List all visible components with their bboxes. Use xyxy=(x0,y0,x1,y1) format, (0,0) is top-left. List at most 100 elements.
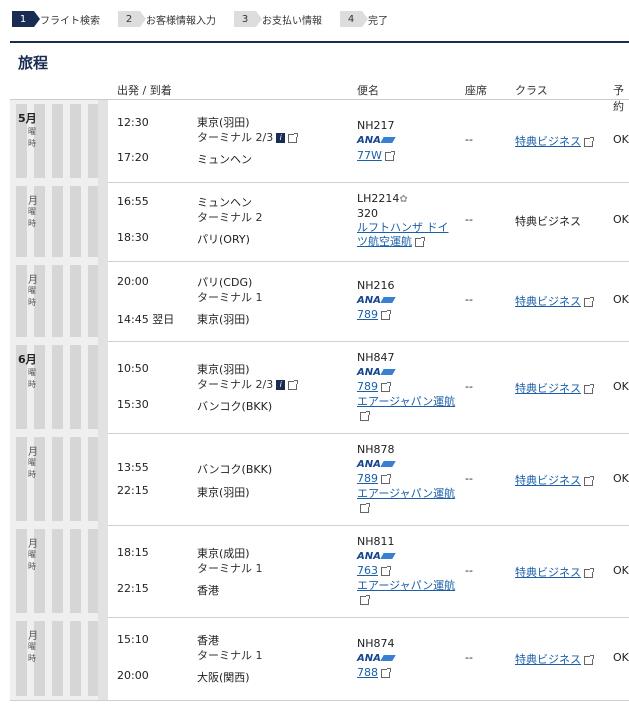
dep-city: 東京(羽田) xyxy=(197,363,250,376)
arr-time: 20:00 xyxy=(117,669,149,682)
dep-terminal: ターミナル 2/3 i xyxy=(197,376,299,392)
arr-city: ミュンヘン xyxy=(197,153,252,166)
class-link[interactable]: 特典ビジネス xyxy=(515,472,594,488)
external-link-icon[interactable] xyxy=(584,567,594,578)
aircraft-link[interactable]: 788 xyxy=(357,666,391,679)
step-number: 3 xyxy=(234,11,262,27)
arr-city: 東京(羽田) xyxy=(197,486,250,499)
aircraft-link[interactable]: 763 xyxy=(357,564,391,577)
operator-link[interactable]: エアージャパン運航 xyxy=(357,487,457,515)
class-link[interactable]: 特典ビジネス xyxy=(515,293,594,309)
dep-city: 香港 xyxy=(197,634,219,647)
flight-number: NH847 xyxy=(357,351,395,364)
external-link-icon[interactable] xyxy=(584,136,594,147)
aircraft-link[interactable]: 77W xyxy=(357,149,395,162)
step-number: 2 xyxy=(118,11,146,27)
date-time: 時 xyxy=(28,219,36,228)
table-row: 月 曜 時 18:15 東京(成田) ターミナル 1 22:15 香港 NH81… xyxy=(10,525,629,618)
step-complete: 4 完了 xyxy=(340,11,388,27)
external-link-icon[interactable] xyxy=(360,410,370,421)
status: OK xyxy=(613,472,629,485)
external-link-icon[interactable] xyxy=(584,475,594,486)
dep-city: バンコク(BKK) xyxy=(197,463,273,476)
step-number: 1 xyxy=(12,11,40,27)
page-title: 旅程 xyxy=(18,54,49,72)
date-month: 5月 xyxy=(18,112,37,125)
external-link-icon[interactable] xyxy=(381,667,391,678)
external-link-icon[interactable] xyxy=(288,132,299,143)
date-month: 月 xyxy=(28,447,38,458)
dep-terminal: ターミナル 1 xyxy=(197,291,263,304)
external-link-icon[interactable] xyxy=(360,502,370,513)
dep-time: 18:15 xyxy=(117,546,149,559)
date-cell: 月 曜 時 xyxy=(10,261,108,341)
arr-time: 14:45 翌日 xyxy=(117,313,175,326)
dep-city: 東京(成田) xyxy=(197,547,250,560)
aircraft-link[interactable]: 789 xyxy=(357,308,391,321)
external-link-icon[interactable] xyxy=(584,383,594,394)
ana-logo-icon: ANA xyxy=(357,551,381,562)
arr-time: 18:30 xyxy=(117,231,149,244)
dep-time: 10:50 xyxy=(117,362,149,375)
external-link-icon[interactable] xyxy=(381,381,391,392)
operator-link[interactable]: エアージャパン運航 xyxy=(357,579,457,607)
date-cell: 月 曜 時 xyxy=(10,617,108,700)
external-link-icon[interactable] xyxy=(381,473,391,484)
date-time: 時 xyxy=(28,139,36,148)
flight-number: NH878 xyxy=(357,443,395,456)
external-link-icon[interactable] xyxy=(381,309,391,320)
external-link-icon[interactable] xyxy=(384,150,395,161)
seat: -- xyxy=(465,564,473,577)
table-row: 月 曜 時 15:10 香港 ターミナル 1 20:00 大阪(関西) NH87… xyxy=(10,617,629,701)
ana-logo-icon: ANA xyxy=(357,295,381,306)
arr-time: 15:30 xyxy=(117,398,149,411)
info-icon[interactable]: i xyxy=(276,133,286,143)
date-time: 時 xyxy=(28,380,36,389)
operator-link[interactable]: ルフトハンザ ドイツ航空運航 xyxy=(357,221,457,249)
aircraft-link[interactable]: 789 xyxy=(357,380,391,393)
date-month: 月 xyxy=(28,275,38,286)
ana-logo-icon: ANA xyxy=(357,135,381,146)
external-link-icon[interactable] xyxy=(415,236,425,247)
flight-number: NH217 xyxy=(357,119,395,132)
date-dow: 曜 xyxy=(28,286,36,295)
status: OK xyxy=(613,293,629,306)
arr-time: 22:15 xyxy=(117,484,149,497)
table-row: 月 曜 時 20:00 パリ(CDG) ターミナル 1 14:45 翌日 東京(… xyxy=(10,261,629,342)
date-month: 月 xyxy=(28,631,38,642)
external-link-icon[interactable] xyxy=(360,594,370,605)
header-seat: 座席 xyxy=(465,84,487,97)
date-cell: 5月 曜 時 xyxy=(10,100,108,182)
date-cell: 6月 曜 時 xyxy=(10,341,108,433)
info-icon[interactable]: i xyxy=(276,380,286,390)
header-divider xyxy=(10,41,629,43)
dep-city: パリ(CDG) xyxy=(197,276,253,289)
ana-logo-icon: ANA xyxy=(357,459,381,470)
ana-logo-icon: ANA xyxy=(357,653,381,664)
external-link-icon[interactable] xyxy=(584,296,594,307)
date-time: 時 xyxy=(28,470,36,479)
seat: -- xyxy=(465,380,473,393)
dep-time: 15:10 xyxy=(117,633,149,646)
class-link[interactable]: 特典ビジネス xyxy=(515,651,594,667)
aircraft: 320 xyxy=(357,207,378,220)
operator-link[interactable]: エアージャパン運航 xyxy=(357,395,457,423)
class-link[interactable]: 特典ビジネス xyxy=(515,380,594,396)
external-link-icon[interactable] xyxy=(584,654,594,665)
header-class: クラス xyxy=(515,84,548,97)
arr-city: 東京(羽田) xyxy=(197,313,250,326)
external-link-icon[interactable] xyxy=(381,565,391,576)
header-dep-arr: 出発 / 到着 xyxy=(117,84,172,97)
status: OK xyxy=(613,564,629,577)
step-label: 完了 xyxy=(368,15,388,27)
date-dow: 曜 xyxy=(28,127,36,136)
dep-terminal: ターミナル 2 xyxy=(197,211,263,224)
date-time: 時 xyxy=(28,654,36,663)
table-row: 6月 曜 時 10:50 東京(羽田) ターミナル 2/3 i 15:30 バンコ… xyxy=(10,341,629,434)
flight-number: NH216 xyxy=(357,279,395,292)
header-flight: 便名 xyxy=(357,84,379,97)
class-link[interactable]: 特典ビジネス xyxy=(515,564,594,580)
external-link-icon[interactable] xyxy=(288,379,299,390)
class-link[interactable]: 特典ビジネス xyxy=(515,133,594,149)
aircraft-link[interactable]: 789 xyxy=(357,472,391,485)
